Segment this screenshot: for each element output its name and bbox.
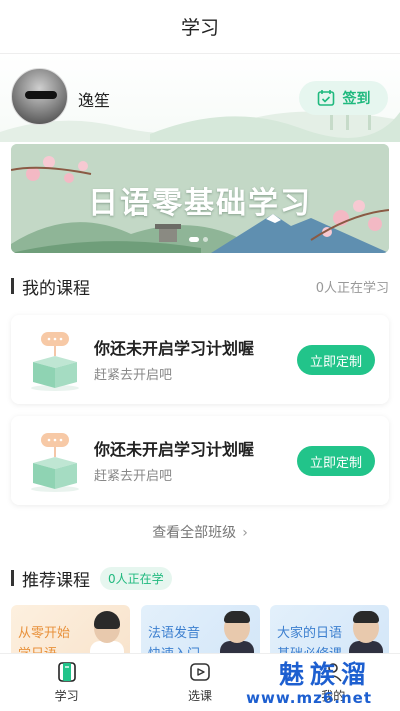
recommended-badge: 0人正在学 xyxy=(100,566,172,590)
empty-box-icon xyxy=(31,332,79,391)
course-card-line1: 法语发音 xyxy=(148,626,201,641)
calendar-check-icon xyxy=(317,90,334,106)
my-courses-title: 我的课程 xyxy=(22,278,90,299)
customize-plan-button[interactable]: 立即定制 xyxy=(297,446,375,476)
page-title: 学习 xyxy=(180,17,219,39)
customize-plan-button[interactable]: 立即定制 xyxy=(297,345,375,375)
banner-dot xyxy=(203,237,208,242)
course-plan-card: 你还未开启学习计划喔 赶紧去开启吧 立即定制 xyxy=(11,416,389,505)
banner-dot-active xyxy=(189,237,199,242)
tab-study[interactable]: 学习 xyxy=(0,654,133,711)
section-marker xyxy=(11,278,14,294)
view-all-classes-link[interactable]: 查看全部班级 › xyxy=(0,522,400,542)
study-icon xyxy=(57,662,76,682)
avatar-glasses xyxy=(25,91,57,99)
watermark-text: 魅族溜 xyxy=(278,660,372,689)
card-subtitle: 赶紧去开启吧 xyxy=(94,469,173,484)
username: 逸笙 xyxy=(78,91,111,110)
course-card-line1: 大家的日语 xyxy=(277,626,343,641)
my-courses-header: 我的课程 0人正在学习 xyxy=(11,274,389,299)
checkin-button[interactable]: 签到 xyxy=(299,81,388,115)
watermark: 魅族溜 www.mz6.net xyxy=(246,660,372,708)
app-root: 学习 逸笙 签到 日语零基础学习 我的课程 0人正在学习 你还未开启学习计划喔 … xyxy=(0,0,400,711)
course-plan-card: 你还未开启学习计划喔 赶紧去开启吧 立即定制 xyxy=(11,315,389,404)
play-icon xyxy=(190,663,210,681)
empty-box-icon xyxy=(31,433,79,492)
banner-pagination xyxy=(189,237,208,242)
view-all-label: 查看全部班级 xyxy=(152,525,237,541)
profile-section: 逸笙 签到 xyxy=(0,54,400,142)
chevron-right-icon: › xyxy=(242,525,248,541)
card-title: 你还未开启学习计划喔 xyxy=(94,339,255,358)
avatar[interactable] xyxy=(11,68,68,125)
course-card-line1: 从零开始 xyxy=(18,626,71,641)
card-subtitle: 赶紧去开启吧 xyxy=(94,368,173,383)
card-title: 你还未开启学习计划喔 xyxy=(94,440,255,459)
top-header: 学习 xyxy=(0,0,400,54)
recommended-title: 推荐课程 xyxy=(22,570,90,591)
checkin-label: 签到 xyxy=(342,91,371,107)
watermark-url: www.mz6.net xyxy=(246,689,372,707)
my-courses-status: 0人正在学习 xyxy=(315,280,389,296)
recommended-header: 推荐课程 0人正在学 xyxy=(11,566,389,591)
tab-courses-label: 选课 xyxy=(187,689,212,703)
tab-study-label: 学习 xyxy=(54,689,79,703)
banner-title: 日语零基础学习 xyxy=(88,186,312,221)
section-marker xyxy=(11,570,14,586)
